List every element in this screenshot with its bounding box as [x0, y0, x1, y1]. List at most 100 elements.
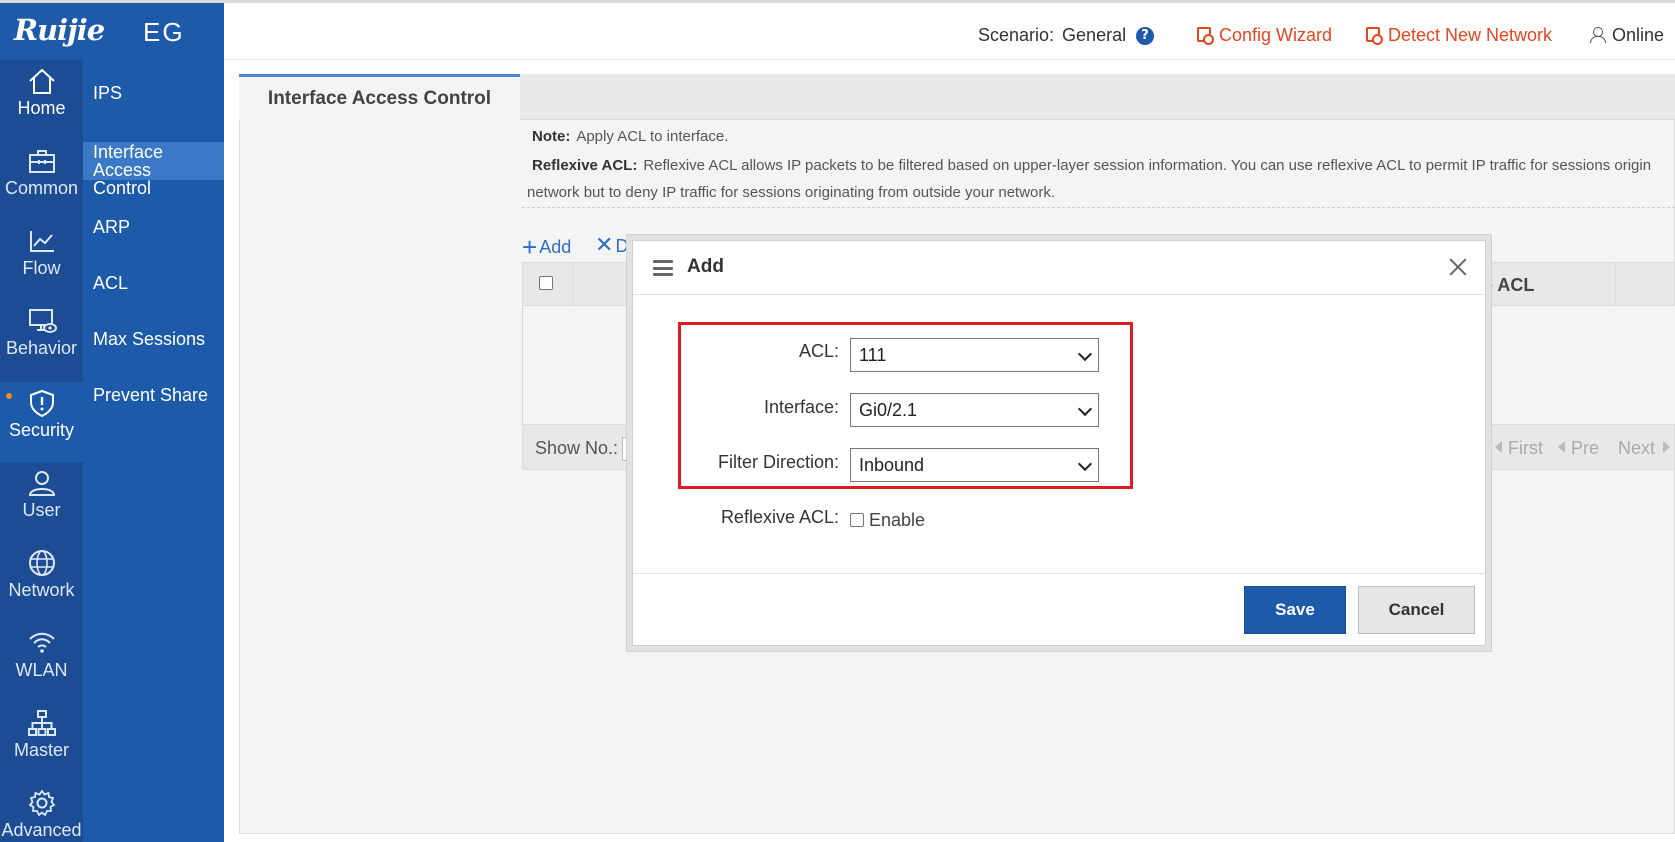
reflexive-note-cont: network but to deny IP traffic for sessi…	[527, 184, 1056, 201]
chevron-down-icon	[1077, 456, 1093, 472]
interface-value: Gi0/2.1	[859, 400, 918, 420]
nav-label: Common	[4, 178, 79, 198]
subnav-item-arp[interactable]: ARP	[83, 218, 224, 236]
scenario-value: General	[1062, 25, 1127, 45]
subnav-item-interface-access-control[interactable]: Interface Access Control	[83, 142, 224, 197]
enable-label: Enable	[869, 510, 926, 530]
line-chart-icon	[29, 231, 54, 252]
top-bar: Ruijie EG Scenario: General ? Config Wiza…	[0, 0, 1675, 63]
monitor-eye-icon	[28, 309, 57, 333]
user-outline-icon	[1590, 27, 1606, 43]
detect-icon	[1366, 27, 1383, 45]
main-nav: Home Common Flow Behavior Security User …	[0, 60, 83, 842]
select-all-checkbox[interactable]	[539, 276, 553, 290]
chevron-down-icon	[1077, 346, 1093, 362]
nav-master[interactable]: Master	[0, 702, 83, 782]
subnav-item-prevent-share[interactable]: Prevent Share	[83, 386, 224, 404]
security-subnav: IPS Interface Access Control ARP ACL Max…	[83, 60, 224, 842]
config-wizard-label: Config Wizard	[1219, 25, 1333, 45]
nav-label: Home	[17, 98, 66, 118]
nav-label: User	[22, 500, 61, 520]
scenario-label: Scenario:	[978, 25, 1055, 45]
prev-arrow-icon	[1558, 441, 1565, 453]
nav-common[interactable]: Common	[0, 140, 83, 220]
filter-direction-select[interactable]: Inbound	[850, 448, 1099, 482]
subnav-item-acl[interactable]: ACL	[83, 274, 224, 292]
detect-network-link[interactable]: Detect New Network	[1366, 25, 1552, 46]
note-text: Apply ACL to interface.	[576, 128, 729, 145]
nav-label: Security	[8, 420, 75, 440]
dialog-header: Add	[633, 241, 1485, 295]
nav-security[interactable]: Security	[0, 382, 83, 462]
filter-direction-value: Inbound	[859, 455, 925, 475]
nav-home[interactable]: Home	[0, 60, 83, 140]
globe-icon	[28, 550, 55, 576]
acl-label: ACL:	[798, 341, 839, 361]
reflexive-note-line: Reflexive ACL: Reflexive ACL allows IP pa…	[532, 157, 1651, 174]
subnav-item-ips[interactable]: IPS	[83, 84, 224, 102]
scenario-display: Scenario: General	[978, 25, 1126, 46]
notes-panel: Note: Apply ACL to interface. Reflexive A…	[522, 120, 1675, 208]
pager-prev[interactable]: Pre	[1558, 438, 1599, 459]
pager-first[interactable]: First	[1495, 438, 1543, 459]
nav-advanced[interactable]: Advanced	[0, 782, 83, 842]
pager-next[interactable]: Next	[1618, 438, 1671, 459]
nav-behavior[interactable]: Behavior	[0, 300, 83, 380]
nav-label: Flow	[22, 258, 61, 278]
filter-direction-label: Filter Direction:	[717, 452, 839, 472]
acl-value: 111	[859, 345, 887, 365]
delete-icon: ✕	[595, 232, 614, 257]
model-name: EG	[143, 17, 185, 47]
note-label: Note:	[532, 128, 571, 145]
reflexive-checkbox[interactable]	[850, 513, 864, 527]
shield-icon	[29, 389, 54, 418]
detect-network-label: Detect New Network	[1388, 25, 1553, 45]
nav-user[interactable]: User	[0, 462, 83, 542]
acl-select[interactable]: 111	[850, 338, 1099, 372]
prev-label: Pre	[1571, 438, 1600, 458]
interface-label: Interface:	[763, 397, 839, 417]
home-icon	[28, 68, 55, 94]
brand-logo-text: Ruijie	[14, 13, 105, 47]
note-line: Note: Apply ACL to interface.	[532, 128, 728, 145]
active-indicator	[6, 393, 12, 399]
nav-flow[interactable]: Flow	[0, 220, 83, 300]
nav-label: Advanced	[1, 820, 82, 840]
first-arrow-icon	[1495, 441, 1502, 453]
logo[interactable]: Ruijie EG	[0, 3, 224, 63]
online-user[interactable]: Online	[1590, 25, 1664, 46]
delete-button[interactable]: ✕ D	[595, 232, 630, 258]
org-chart-icon	[27, 710, 56, 736]
cancel-button[interactable]: Cancel	[1358, 586, 1475, 634]
dialog-title: Add	[687, 256, 724, 277]
nav-label: Behavior	[5, 338, 78, 358]
add-button[interactable]: + Add	[522, 232, 571, 263]
nav-label: Network	[8, 580, 75, 600]
nav-wlan[interactable]: WLAN	[0, 622, 83, 702]
next-label: Next	[1618, 438, 1656, 458]
user-icon	[28, 471, 55, 496]
nav-label: Master	[13, 740, 69, 760]
add-label: Add	[539, 237, 572, 257]
add-dialog: Add ACL: 111 Interface: Gi0/2.1 Filter D…	[632, 240, 1486, 646]
subnav-item-max-sessions[interactable]: Max Sessions	[83, 330, 224, 348]
show-no-label: Show No.:	[535, 438, 619, 458]
config-wizard-link[interactable]: Config Wizard	[1197, 25, 1332, 46]
nav-network[interactable]: Network	[0, 542, 83, 622]
tab-interface-access-control[interactable]: Interface Access Control	[239, 74, 520, 120]
dialog-footer: Save Cancel	[633, 573, 1485, 645]
gear-icon	[28, 789, 55, 817]
close-icon[interactable]	[1448, 257, 1468, 277]
reflexive-acl-enable[interactable]: Enable	[850, 510, 925, 531]
subnav-label-line1: Interface Access	[93, 142, 164, 180]
briefcase-icon	[28, 150, 55, 173]
reflexive-note-text: Reflexive ACL allows IP packets to be fi…	[643, 157, 1652, 174]
interface-select[interactable]: Gi0/2.1	[850, 393, 1099, 427]
plus-icon: +	[522, 232, 538, 262]
first-label: First	[1508, 438, 1543, 458]
help-icon[interactable]: ?	[1136, 27, 1154, 45]
tab-strip	[520, 74, 1675, 120]
nav-label: WLAN	[15, 660, 68, 680]
save-button[interactable]: Save	[1244, 586, 1346, 634]
wizard-icon	[1197, 27, 1214, 45]
